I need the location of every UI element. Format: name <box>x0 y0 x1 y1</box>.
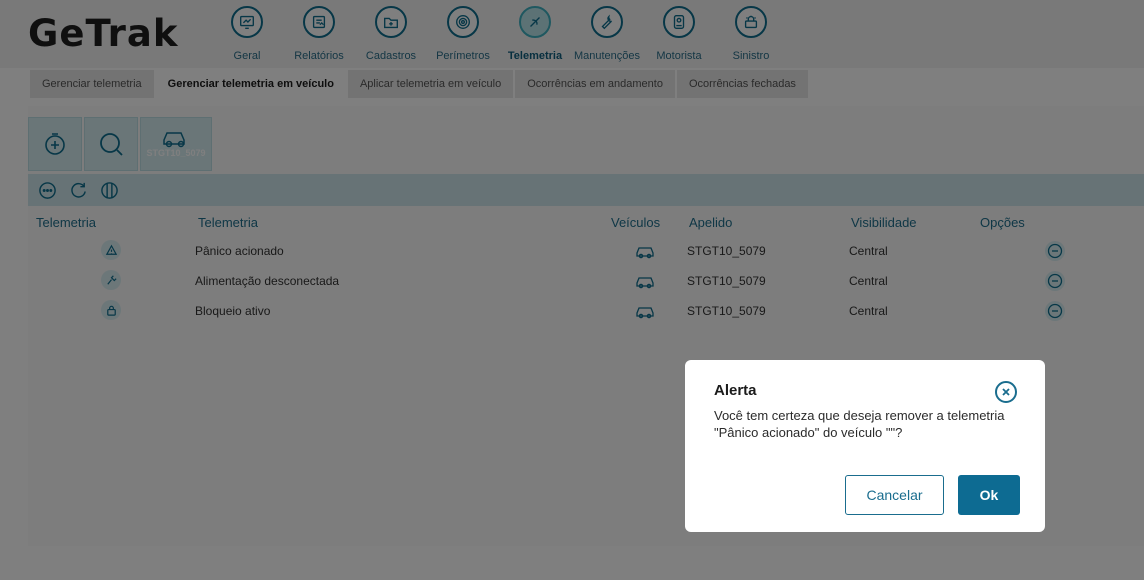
alert-dialog: Alerta Você tem certeza que deseja remov… <box>685 360 1045 532</box>
ok-button[interactable]: Ok <box>958 475 1020 515</box>
cancel-button[interactable]: Cancelar <box>845 475 944 515</box>
close-button[interactable] <box>995 381 1017 403</box>
dialog-message: Você tem certeza que deseja remover a te… <box>714 408 1005 440</box>
close-icon <box>1002 388 1010 396</box>
dialog-title: Alerta <box>714 382 757 399</box>
